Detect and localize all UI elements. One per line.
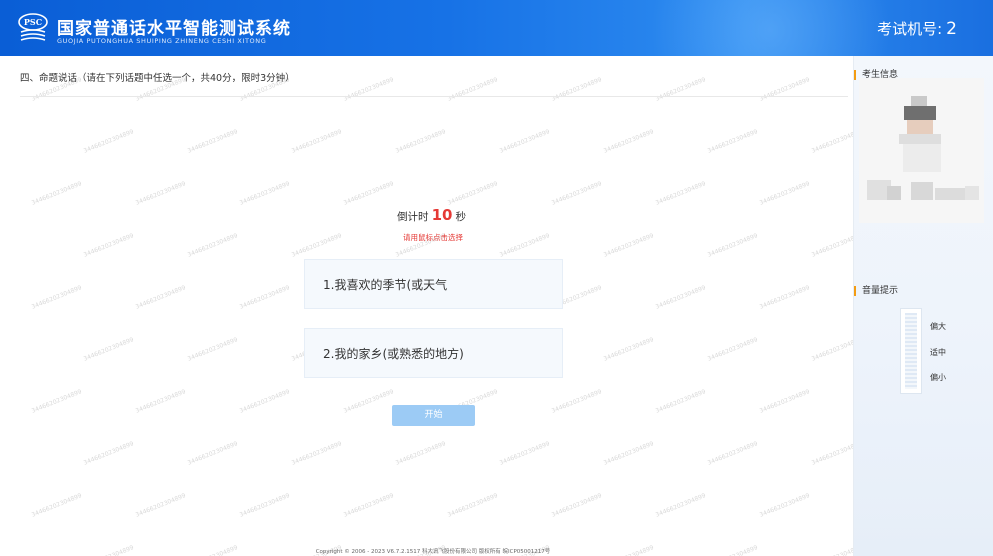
header-glow	[640, 0, 900, 56]
photo-pixel	[887, 186, 901, 200]
watermark-text: 34466202304899	[602, 128, 655, 155]
volume-level-low: 偏小	[930, 373, 946, 382]
watermark-text: 34466202304899	[758, 180, 811, 207]
watermark-text: 34466202304899	[550, 76, 603, 103]
watermark-text: 34466202304899	[758, 492, 811, 519]
system-title: 国家普通话水平智能测试系统	[57, 19, 291, 39]
watermark-text: 34466202304899	[134, 492, 187, 519]
watermark-text: 34466202304899	[550, 388, 603, 415]
watermark-text: 34466202304899	[82, 336, 135, 363]
watermark-text: 34466202304899	[238, 492, 291, 519]
watermark-text: 34466202304899	[342, 492, 395, 519]
watermark-text: 34466202304899	[446, 492, 499, 519]
watermark-text: 34466202304899	[654, 284, 707, 311]
svg-text:PSC: PSC	[24, 17, 42, 27]
watermark-text: 34466202304899	[134, 180, 187, 207]
watermark-text: 34466202304899	[186, 128, 239, 155]
section-title: 四、命题说话（请在下列话题中任选一个，共40分，限时3分钟）	[20, 73, 295, 84]
machine-number-label: 考试机号:	[877, 20, 943, 38]
candidate-photo	[859, 78, 984, 223]
watermark-text: 34466202304899	[82, 128, 135, 155]
photo-pixel	[911, 96, 927, 106]
watermark-text: 34466202304899	[602, 440, 655, 467]
watermark-text: 34466202304899	[134, 284, 187, 311]
countdown: 倒计时 10 秒	[0, 206, 853, 224]
watermark-text: 34466202304899	[342, 180, 395, 207]
watermark-text: 34466202304899	[758, 388, 811, 415]
watermark-text: 34466202304899	[394, 440, 447, 467]
main-panel: 34466202304899 34466202304899 344662023048…	[0, 56, 853, 556]
watermark-text: 34466202304899	[290, 128, 343, 155]
exam-screen: PSC 国家普通话水平智能测试系统 GUOJIA PUTONGHUA SHUIP…	[0, 0, 993, 556]
photo-pixel	[965, 186, 979, 200]
machine-number-value: 2	[946, 19, 957, 39]
watermark-text: 34466202304899	[238, 284, 291, 311]
watermark-text: 34466202304899	[550, 492, 603, 519]
photo-pixel	[907, 120, 933, 134]
watermark-text: 34466202304899	[602, 336, 655, 363]
watermark-text: 34466202304899	[654, 76, 707, 103]
watermark-text: 34466202304899	[654, 492, 707, 519]
volume-meter	[900, 308, 922, 394]
selection-hint: 请用鼠标点击选择	[403, 233, 463, 242]
watermark-text: 34466202304899	[758, 76, 811, 103]
countdown-prefix: 倒计时	[397, 211, 429, 223]
watermark-text: 34466202304899	[498, 128, 551, 155]
watermark-text: 34466202304899	[30, 284, 83, 311]
watermark-text: 34466202304899	[706, 440, 759, 467]
watermark-text: 34466202304899	[342, 76, 395, 103]
watermark-text: 34466202304899	[810, 336, 853, 363]
watermark-text: 34466202304899	[134, 388, 187, 415]
countdown-seconds: 10	[431, 206, 453, 224]
watermark-text: 34466202304899	[810, 440, 853, 467]
watermark-text: 34466202304899	[394, 128, 447, 155]
watermark-text: 34466202304899	[290, 440, 343, 467]
watermark-text: 34466202304899	[82, 440, 135, 467]
watermark-text: 34466202304899	[342, 388, 395, 415]
watermark-text: 34466202304899	[550, 180, 603, 207]
start-button[interactable]: 开始	[392, 405, 475, 426]
watermark-text: 34466202304899	[498, 440, 551, 467]
photo-pixel	[935, 188, 965, 200]
topic-option-2[interactable]: 2.我的家乡(或熟悉的地方)	[304, 328, 563, 378]
watermark-text: 34466202304899	[446, 76, 499, 103]
volume-heading: 音量提示	[854, 283, 898, 296]
watermark-text: 34466202304899	[238, 388, 291, 415]
photo-pixel	[911, 182, 933, 200]
photo-pixel	[904, 106, 936, 120]
photo-pixel	[899, 134, 941, 144]
watermark-text: 34466202304899	[758, 284, 811, 311]
volume-title: 音量提示	[862, 286, 899, 296]
watermark-text: 34466202304899	[810, 128, 853, 155]
watermark-text: 34466202304899	[186, 440, 239, 467]
volume-level-high: 偏大	[930, 322, 946, 331]
watermark-text: 34466202304899	[706, 128, 759, 155]
heading-accent-bar	[854, 69, 856, 80]
watermark-text: 34466202304899	[186, 336, 239, 363]
watermark-text: 34466202304899	[30, 180, 83, 207]
sidebar: 考生信息 音量提示 偏大 适中 偏小	[853, 56, 993, 556]
topic-option-1[interactable]: 1.我喜欢的季节(或天气	[304, 259, 563, 309]
volume-level-medium: 适中	[930, 348, 946, 357]
volume-meter-fill	[905, 313, 917, 389]
watermark-text: 34466202304899	[30, 388, 83, 415]
watermark-text: 34466202304899	[654, 180, 707, 207]
section-divider	[20, 96, 848, 97]
header-bar: PSC 国家普通话水平智能测试系统 GUOJIA PUTONGHUA SHUIP…	[0, 0, 993, 56]
psc-logo: PSC	[18, 13, 48, 41]
watermark-text: 34466202304899	[654, 388, 707, 415]
machine-number: 考试机号: 2	[877, 18, 957, 39]
watermark-text: 34466202304899	[30, 492, 83, 519]
countdown-suffix: 秒	[455, 211, 466, 223]
heading-accent-bar	[854, 285, 856, 296]
watermark-text: 34466202304899	[706, 336, 759, 363]
watermark-text: 34466202304899	[446, 180, 499, 207]
photo-pixel	[903, 144, 941, 172]
system-title-pinyin: GUOJIA PUTONGHUA SHUIPING ZHINENG CESHI …	[57, 37, 267, 45]
copyright-footer: Copyright © 2006 - 2023 V6.7.2.1517 科大讯飞…	[315, 549, 551, 555]
watermark-text: 34466202304899	[238, 180, 291, 207]
